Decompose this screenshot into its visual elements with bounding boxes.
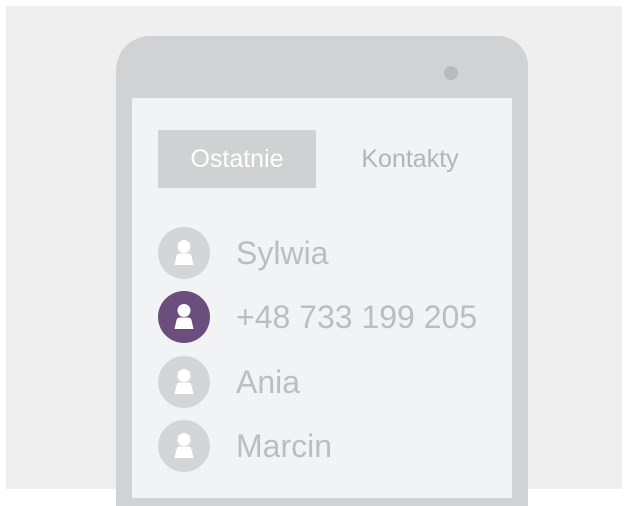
list-item-ania[interactable]: Ania bbox=[158, 355, 498, 409]
contact-name: Ania bbox=[236, 364, 301, 400]
avatar bbox=[158, 420, 210, 472]
tab-contacts[interactable]: Kontakty bbox=[340, 130, 480, 188]
tab-recent[interactable]: Ostatnie bbox=[158, 130, 316, 188]
list-item-phone-number[interactable]: +48 733 199 205 bbox=[158, 290, 498, 344]
person-icon bbox=[174, 433, 194, 458]
avatar bbox=[158, 356, 210, 408]
phone-frame: Ostatnie Kontakty Sylwia +48 733 199 205… bbox=[116, 36, 528, 506]
person-icon bbox=[174, 304, 194, 329]
list-item-sylwia[interactable]: Sylwia bbox=[158, 226, 498, 280]
contact-name: Sylwia bbox=[236, 235, 329, 271]
person-icon bbox=[174, 240, 194, 265]
phone-screen: Ostatnie Kontakty Sylwia +48 733 199 205… bbox=[132, 98, 512, 498]
contact-name: Marcin bbox=[236, 428, 333, 464]
tab-bar: Ostatnie Kontakty bbox=[158, 130, 498, 188]
illustration-background: Ostatnie Kontakty Sylwia +48 733 199 205… bbox=[6, 6, 622, 506]
avatar bbox=[158, 227, 210, 279]
list-item-marcin[interactable]: Marcin bbox=[158, 419, 498, 473]
person-icon bbox=[174, 369, 194, 394]
contact-name: +48 733 199 205 bbox=[236, 299, 478, 335]
avatar bbox=[158, 291, 210, 343]
camera-icon bbox=[444, 66, 458, 80]
